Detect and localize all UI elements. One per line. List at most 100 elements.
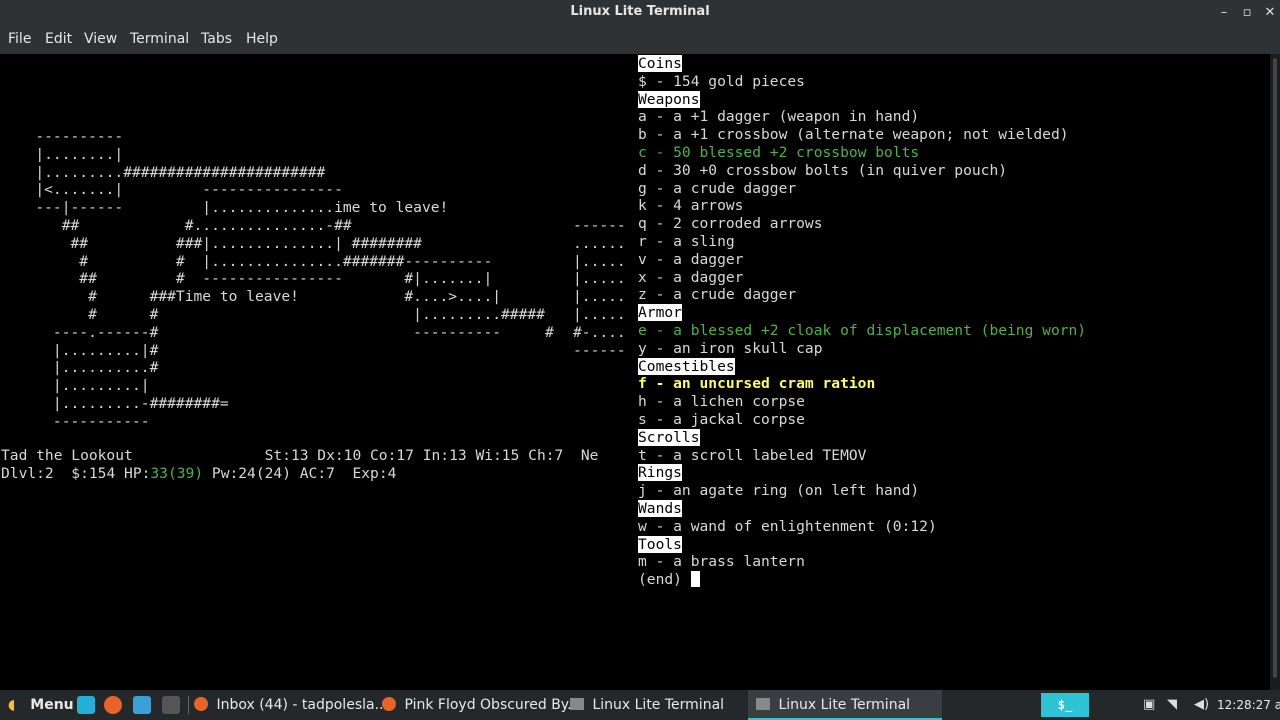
inventory-item: g - a crude dagger	[638, 179, 797, 197]
map-line: |<.......| ----------------	[9, 181, 343, 199]
inventory-header-row: Tools	[638, 535, 1086, 554]
task-pink-floyd[interactable]: Pink Floyd Obscured By...	[382, 690, 580, 720]
inventory-category-header: Tools	[638, 535, 682, 553]
inventory-item: z - a crude dagger	[638, 286, 797, 304]
mouse-logo-icon: ◖	[8, 697, 16, 713]
map-right-line: |.....	[573, 305, 626, 323]
maximize-button[interactable]: ▫	[1237, 3, 1257, 23]
map-line: |.........-########=	[9, 394, 229, 412]
window-titlebar[interactable]: Linux Lite Terminal – ▫ ✕	[0, 0, 1280, 26]
dungeon-map-right-room: ------...... |..... |..... |..... |..... #-..…	[573, 217, 626, 359]
close-button[interactable]: ✕	[1260, 3, 1280, 23]
map-right-line: |.....	[573, 270, 626, 288]
files-launcher-icon[interactable]	[77, 696, 95, 714]
status-rest: Pw:24(24) AC:7 Exp:4	[211, 465, 397, 482]
map-line: # ###Time to leave! #....>....|	[9, 288, 502, 306]
menu-terminal[interactable]: Terminal	[130, 31, 189, 47]
volume-icon[interactable]: ◀)	[1194, 690, 1209, 720]
inventory-header-row: Coins	[638, 55, 1086, 73]
inventory-end-marker: (end)	[638, 571, 682, 589]
status-line-1: Tad the Lookout St:13 Dx:10 Co:17 In:13 …	[1, 447, 599, 464]
taskbar-separator	[188, 696, 189, 714]
inventory-item: d - 30 +0 crossbow bolts (in quiver pouc…	[638, 161, 1008, 179]
map-line: |..........#	[9, 359, 159, 377]
firefox-icon	[194, 697, 208, 711]
task-terminal-1[interactable]: Linux Lite Terminal	[570, 690, 724, 720]
inventory-end-row: (end)	[638, 571, 1086, 589]
camera-icon[interactable]: ▣	[1143, 690, 1155, 720]
status-hp-label: HP:	[124, 465, 151, 482]
inventory-category-header: Weapons	[638, 90, 700, 108]
firefox-launcher-icon[interactable]	[104, 696, 122, 714]
inventory-item: $ - 154 gold pieces	[638, 72, 805, 90]
inventory-list: Coins $ - 154 gold pieces Weapons a - a +1 …	[638, 55, 1086, 589]
terminal-area[interactable]: ---------- |........| |.........########…	[0, 54, 1270, 690]
dungeon-map: ---------- |........| |.........########…	[9, 128, 554, 431]
inventory-header-row: Weapons	[638, 90, 1086, 109]
inventory-header-row: Armor	[638, 304, 1086, 322]
map-line: ----.------# ---------- #	[9, 323, 554, 341]
menu-view[interactable]: View	[84, 31, 117, 47]
menubar: File Edit View Terminal Tabs Help	[0, 26, 1280, 54]
status-gold: $:154	[71, 465, 116, 482]
status-hp-value: 33(39)	[150, 465, 204, 482]
map-line: |.........|#	[9, 341, 159, 359]
terminal-icon	[756, 698, 770, 710]
inventory-item: x - a dagger	[638, 268, 744, 286]
inventory-item: j - an agate ring (on left hand)	[638, 482, 920, 500]
map-line: # # |.........#####	[9, 305, 545, 323]
inventory-item: v - a dagger	[638, 250, 744, 268]
scrollbar-thumb[interactable]	[1273, 58, 1277, 678]
map-right-line: |.....	[573, 288, 626, 306]
menu-button[interactable]: ◖ Menu	[8, 690, 74, 720]
minimize-button[interactable]: –	[1214, 3, 1234, 23]
taskbar: ◖ Menu Inbox (44) - tadpolesla... Pink F…	[0, 690, 1280, 720]
inventory-item: f - an uncursed cram ration	[638, 375, 876, 393]
map-line: |.........|	[9, 377, 150, 395]
map-line: |.........#######################	[9, 163, 326, 181]
menu-help[interactable]: Help	[246, 31, 278, 47]
inventory-item: k - 4 arrows	[638, 197, 744, 215]
map-right-line: ------	[573, 341, 626, 359]
menu-file[interactable]: File	[8, 31, 31, 47]
inventory-header-row: Scrolls	[638, 428, 1086, 447]
map-line: ----------	[9, 128, 124, 145]
inventory-item: b - a +1 crossbow (alternate weapon; not…	[638, 126, 1069, 144]
inventory-category-header: Armor	[638, 304, 682, 322]
map-right-line: #-....	[573, 323, 626, 341]
folder-launcher-icon[interactable]	[133, 696, 151, 714]
map-line: # # |...............#######----------	[9, 252, 493, 270]
inventory-item: q - 2 corroded arrows	[638, 215, 823, 233]
menu-tabs[interactable]: Tabs	[201, 31, 232, 47]
inventory-category-header: Comestibles	[638, 357, 735, 375]
inventory-category-header: Scrolls	[638, 428, 700, 446]
text-cursor	[690, 571, 700, 588]
workspace-terminal-icon[interactable]: $_	[1041, 693, 1089, 717]
inventory-item: h - a lichen corpse	[638, 393, 805, 411]
terminal-launcher-icon[interactable]	[162, 696, 180, 714]
inventory-item: w - a wand of enlightenment (0:12)	[638, 517, 937, 535]
inventory-category-header: Coins	[638, 55, 682, 72]
map-line: ## ###|..............| ########	[9, 234, 422, 252]
menu-edit[interactable]: Edit	[45, 31, 72, 47]
inventory-header-row: Rings	[638, 464, 1086, 482]
map-line: |........|	[9, 145, 124, 163]
map-line: ## #...............-##	[9, 216, 352, 234]
inventory-item: c - 50 blessed +2 crossbow bolts	[638, 143, 920, 161]
task-inbox[interactable]: Inbox (44) - tadpolesla...	[194, 690, 388, 720]
inventory-item: r - a sling	[638, 232, 735, 250]
inventory-item: e - a blessed +2 cloak of displacement (…	[638, 321, 1087, 339]
inventory-item: m - a brass lantern	[638, 553, 805, 571]
task-terminal-2-active[interactable]: Linux Lite Terminal	[748, 690, 942, 720]
inventory-header-row: Comestibles	[638, 357, 1086, 376]
inventory-header-row: Wands	[638, 499, 1086, 518]
wifi-icon[interactable]: ◥	[1167, 690, 1177, 720]
map-right-line: |.....	[573, 252, 626, 270]
inventory-item: a - a +1 dagger (weapon in hand)	[638, 108, 920, 126]
clock[interactable]: 12:28:27 ar	[1217, 690, 1280, 720]
status-dlvl: Dlvl:2	[1, 465, 54, 482]
map-line: ## # ---------------- #|.......|	[9, 270, 493, 288]
inventory-item: t - a scroll labeled TEMOV	[638, 446, 867, 464]
terminal-scrollbar[interactable]	[1270, 54, 1280, 690]
firefox-icon	[382, 697, 396, 711]
